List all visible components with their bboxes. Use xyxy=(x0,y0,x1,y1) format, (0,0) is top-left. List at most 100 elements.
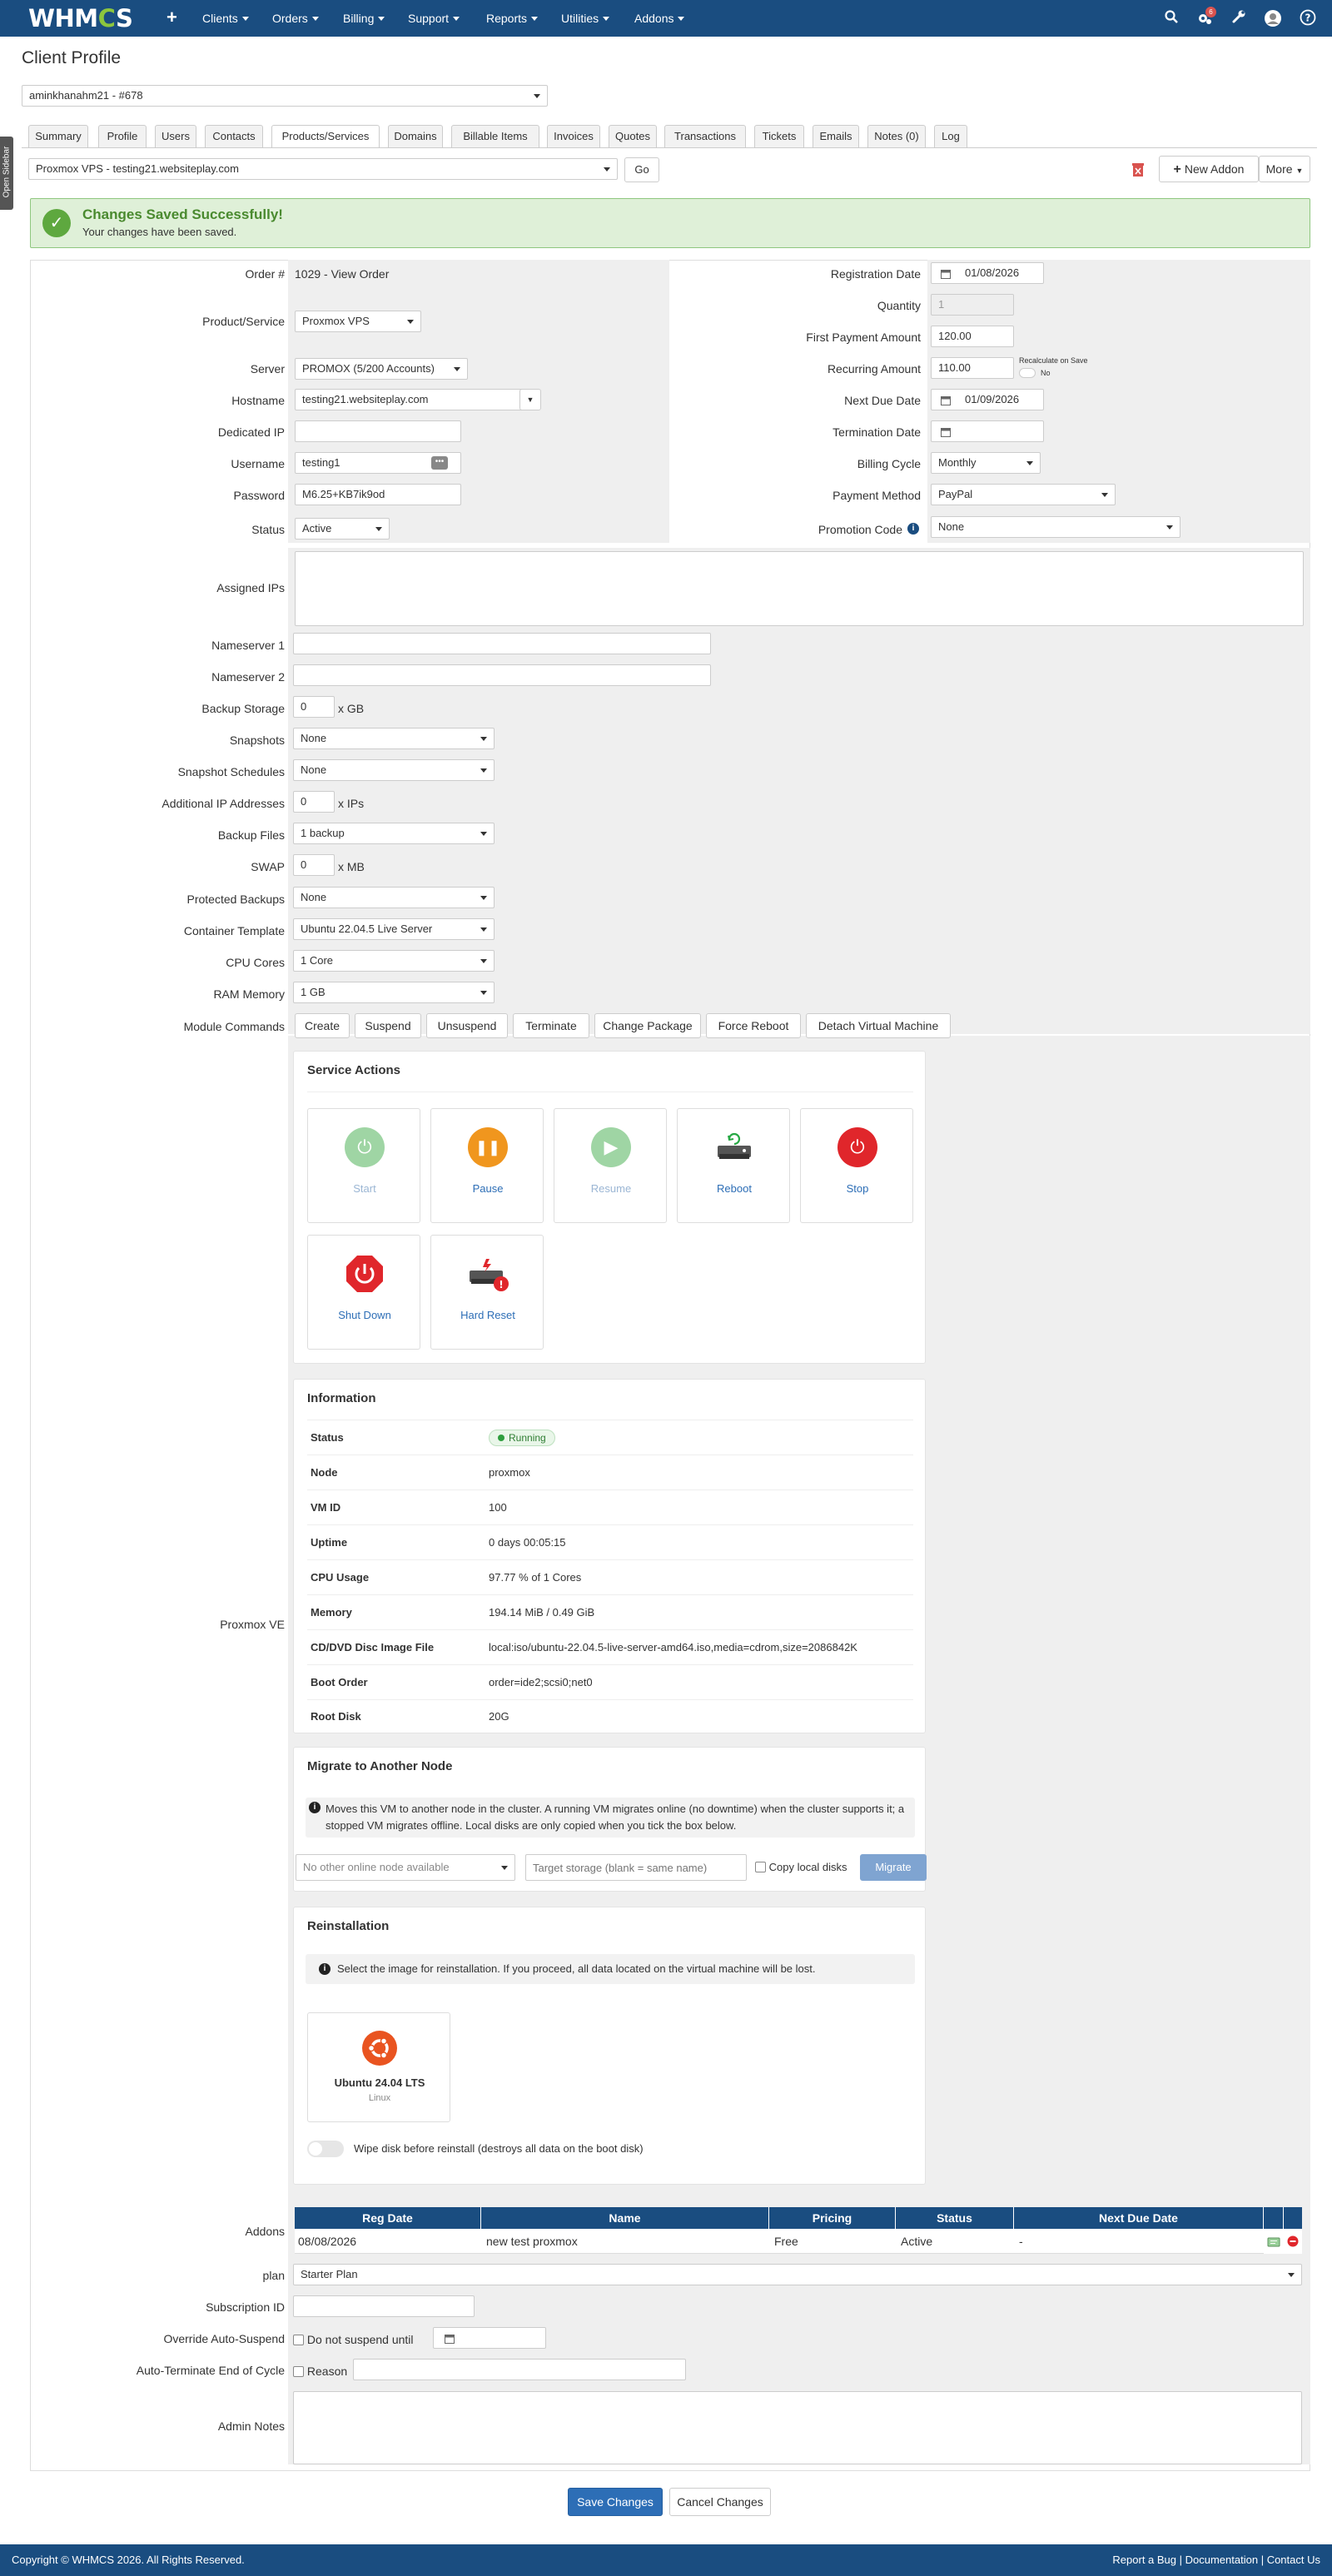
nav-support[interactable]: Support xyxy=(408,12,460,25)
cancel-changes-button[interactable]: Cancel Changes xyxy=(669,2488,771,2516)
info-icon[interactable]: i xyxy=(907,523,919,535)
force-reboot-button[interactable]: Force Reboot xyxy=(706,1013,801,1038)
more-button[interactable]: More ▼ xyxy=(1259,156,1310,182)
start-action[interactable]: ⏻ Start xyxy=(307,1108,420,1223)
payment-method-select[interactable]: PayPal xyxy=(931,484,1116,505)
ns1-input[interactable] xyxy=(293,633,711,654)
col-status[interactable]: Status xyxy=(896,2207,1014,2229)
nav-billing[interactable]: Billing xyxy=(343,12,385,25)
dedicated-ip-input[interactable] xyxy=(295,420,461,442)
order-link[interactable]: 1029 - View Order xyxy=(295,267,389,281)
hard-reset-action[interactable]: ! Hard Reset xyxy=(430,1235,544,1350)
first-payment-input[interactable]: 120.00 xyxy=(931,326,1014,347)
new-addon-button[interactable]: + New Addon xyxy=(1159,156,1259,182)
edit-addon-icon[interactable] xyxy=(1267,2236,1280,2247)
save-changes-button[interactable]: Save Changes xyxy=(568,2488,663,2516)
tab-transactions[interactable]: Transactions xyxy=(664,125,746,148)
plan-select[interactable]: Starter Plan xyxy=(293,2264,1302,2285)
tab-billable-items[interactable]: Billable Items xyxy=(451,125,539,148)
admin-notes-textarea[interactable] xyxy=(293,2391,1302,2464)
tab-quotes[interactable]: Quotes xyxy=(609,125,657,148)
copy-local-disks-checkbox[interactable] xyxy=(755,1862,766,1872)
col-name[interactable]: Name xyxy=(481,2207,769,2229)
swap-input[interactable]: 0 xyxy=(293,854,335,876)
tab-log[interactable]: Log xyxy=(934,125,967,148)
auto-terminate-reason-input[interactable] xyxy=(353,2359,686,2380)
tab-products-services[interactable]: Products/Services xyxy=(271,125,380,148)
nav-clients[interactable]: Clients xyxy=(202,12,249,25)
target-node-select[interactable]: No other online node available xyxy=(296,1854,515,1881)
auto-terminate-checkbox[interactable]: Reason xyxy=(293,2365,347,2378)
hostname-dropdown-button[interactable]: ▼ xyxy=(519,389,541,410)
change-package-button[interactable]: Change Package xyxy=(594,1013,701,1038)
nav-utilities[interactable]: Utilities xyxy=(561,12,610,25)
delete-addon-icon[interactable] xyxy=(1287,2235,1299,2247)
container-template-select[interactable]: Ubuntu 22.04.5 Live Server xyxy=(293,918,495,940)
product-select[interactable]: Proxmox VPS xyxy=(295,311,421,332)
search-icon[interactable] xyxy=(1162,9,1180,27)
quantity-input[interactable]: 1 xyxy=(931,294,1014,316)
col-pricing[interactable]: Pricing xyxy=(769,2207,896,2229)
subscription-id-input[interactable] xyxy=(293,2295,475,2317)
additional-ip-input[interactable]: 0 xyxy=(293,791,335,813)
password-input[interactable]: M6.25+KB7ik9od xyxy=(295,484,461,505)
tab-profile[interactable]: Profile xyxy=(98,125,147,148)
whmcs-logo[interactable]: WHMCS xyxy=(28,4,133,32)
resume-action[interactable]: ▶ Resume xyxy=(554,1108,667,1223)
col-reg-date[interactable]: Reg Date xyxy=(295,2207,481,2229)
unsuspend-button[interactable]: Unsuspend xyxy=(426,1013,508,1038)
server-select[interactable]: PROMOX (5/200 Accounts) xyxy=(295,358,468,380)
stop-action[interactable]: ⏻ Stop xyxy=(800,1108,913,1223)
copy-local-disks[interactable]: Copy local disks xyxy=(755,1861,847,1873)
backup-storage-input[interactable]: 0 xyxy=(293,696,335,718)
recurring-input[interactable]: 110.00 xyxy=(931,357,1014,379)
detach-vm-button[interactable]: Detach Virtual Machine xyxy=(806,1013,951,1038)
override-suspend-checkbox[interactable]: Do not suspend until xyxy=(293,2333,414,2346)
target-storage-input[interactable] xyxy=(525,1854,747,1881)
open-sidebar-toggle[interactable]: Open Sidebar xyxy=(0,137,13,210)
status-select[interactable]: Active xyxy=(295,518,390,540)
promo-select[interactable]: None xyxy=(931,516,1180,538)
service-select[interactable]: Proxmox VPS - testing21.websiteplay.com xyxy=(28,158,618,180)
hostname-input[interactable]: testing21.websiteplay.com xyxy=(295,389,523,410)
ns2-input[interactable] xyxy=(293,664,711,686)
create-button[interactable]: Create xyxy=(295,1013,350,1038)
tab-contacts[interactable]: Contacts xyxy=(205,125,263,148)
col-next-due[interactable]: Next Due Date xyxy=(1014,2207,1264,2229)
client-select[interactable]: aminkhanahm21 - #678 xyxy=(22,85,548,107)
pause-action[interactable]: ❚❚ Pause xyxy=(430,1108,544,1223)
snapshot-schedules-select[interactable]: None xyxy=(293,759,495,781)
tab-domains[interactable]: Domains xyxy=(388,125,443,148)
backup-files-select[interactable]: 1 backup xyxy=(293,823,495,844)
contact-us-link[interactable]: Contact Us xyxy=(1267,2554,1320,2566)
tab-tickets[interactable]: Tickets xyxy=(754,125,804,148)
nav-addons[interactable]: Addons xyxy=(634,12,685,25)
terminate-button[interactable]: Terminate xyxy=(513,1013,589,1038)
recalculate-toggle[interactable] xyxy=(1019,368,1036,378)
username-generator-icon[interactable]: ••• xyxy=(431,456,448,470)
billing-cycle-select[interactable]: Monthly xyxy=(931,452,1041,474)
tab-invoices[interactable]: Invoices xyxy=(547,125,600,148)
wipe-disk-toggle[interactable] xyxy=(307,2141,344,2157)
tab-notes[interactable]: Notes (0) xyxy=(867,125,926,148)
shut-down-action[interactable]: Shut Down xyxy=(307,1235,420,1350)
migrate-button[interactable]: Migrate xyxy=(860,1854,927,1881)
reboot-action[interactable]: Reboot xyxy=(677,1108,790,1223)
snapshots-select[interactable]: None xyxy=(293,728,495,749)
wrench-icon[interactable] xyxy=(1230,9,1248,27)
tab-users[interactable]: Users xyxy=(155,125,196,148)
report-bug-link[interactable]: Report a Bug xyxy=(1112,2554,1176,2566)
cpu-cores-select[interactable]: 1 Core xyxy=(293,950,495,972)
nav-orders[interactable]: Orders xyxy=(272,12,319,25)
avatar-icon[interactable] xyxy=(1264,9,1282,27)
assigned-ips-textarea[interactable] xyxy=(295,551,1304,626)
tab-emails[interactable]: Emails xyxy=(813,125,859,148)
quick-add-icon[interactable]: + xyxy=(166,7,177,28)
go-button[interactable]: Go xyxy=(624,157,659,182)
documentation-link[interactable]: Documentation xyxy=(1185,2554,1258,2566)
tab-summary[interactable]: Summary xyxy=(28,125,88,148)
delete-service-icon[interactable] xyxy=(1132,163,1144,177)
automation-gears-icon[interactable]: 6 xyxy=(1195,7,1216,27)
ram-select[interactable]: 1 GB xyxy=(293,982,495,1003)
protected-backups-select[interactable]: None xyxy=(293,887,495,908)
